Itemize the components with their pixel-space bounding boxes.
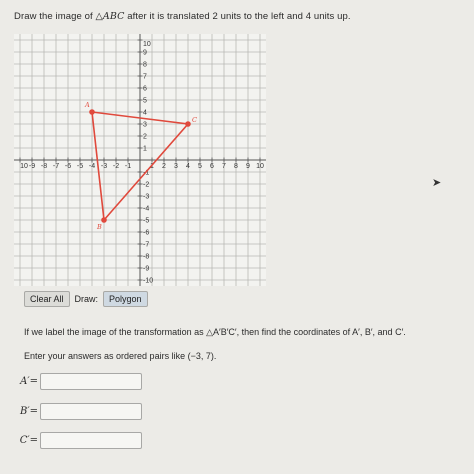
y-tick-label: -6 [143,230,149,237]
y-tick-label: 4 [143,110,147,117]
y-tick-label: 5 [143,98,147,105]
y-tick-label: -2 [143,182,149,189]
x-tick-label: 6 [210,163,214,170]
x-tick-label: 2 [162,163,166,170]
answer-input-a[interactable] [40,373,142,390]
answer-row-a: A′= [16,373,142,390]
y-tick-label: 3 [143,122,147,129]
y-tick-label: -7 [143,242,149,249]
answer-label-b: B′= [20,406,38,417]
y-tick-label: -3 [143,194,149,201]
x-tick-label: 10 [256,163,264,170]
x-tick-label: -2 [113,163,119,170]
question-triangle: △ABC [95,11,125,22]
vertex-b [101,217,107,223]
answer-input-b[interactable] [40,403,142,420]
polygon-tool-button[interactable]: Polygon [103,291,148,307]
x-tick-label: -6 [65,163,71,170]
x-tick-label: 3 [174,163,178,170]
x-tick-label: 5 [198,163,202,170]
mouse-cursor-icon: ➤ [432,177,442,189]
answer-row-b: B′= [16,403,142,420]
vertex-label-b: B [96,223,102,231]
y-tick-label: -4 [143,206,149,213]
y-tick-label: -8 [143,254,149,261]
clear-all-button[interactable]: Clear All [24,291,70,307]
x-tick-label: -9 [29,163,35,170]
x-tick-label: 4 [186,163,190,170]
y-tick-label: 8 [143,62,147,69]
answer-input-c[interactable] [40,432,142,449]
answer-label-a: A′= [20,376,38,387]
y-tick-label: 2 [143,134,147,141]
y-tick-label: 1 [143,146,147,153]
x-tick-label: -5 [77,163,83,170]
x-tick-label: 7 [222,163,226,170]
x-tick-label: -4 [89,163,95,170]
vertex-a [89,109,95,115]
answer-label-c: C′= [19,435,38,446]
prompt-label-image: If we label the image of the transformat… [24,327,406,337]
y-tick-label: 10 [143,41,151,48]
y-tick-label: 9 [143,50,147,57]
y-tick-label: -9 [143,266,149,273]
vertex-label-a: A [84,101,90,109]
x-tick-label: -7 [53,163,59,170]
y-tick-label: -5 [143,218,149,225]
question-suffix: after it is translated 2 units to the le… [124,11,351,22]
y-tick-label: 6 [143,86,147,93]
graph-toolbar: Clear All Draw: Polygon [24,291,148,307]
y-tick-label: -10 [143,278,153,285]
coordinate-graph[interactable]: 10 -9 -8 -7 -6 -5 -4 -3 -2 -1 1 2 3 4 5 6 7 8 9 10109876543… [14,34,266,286]
answer-row-c: C′= [16,432,142,449]
x-tick-label: 10 [20,163,28,170]
x-tick-label: -3 [101,163,107,170]
y-tick-label: 7 [143,74,147,81]
question-text: Draw the image of △ABC after it is trans… [14,11,351,22]
vertex-c [185,121,191,127]
draw-label: Draw: [74,294,99,304]
x-tick-label: 9 [246,163,250,170]
question-prefix: Draw the image of [14,11,96,22]
x-tick-label: 8 [234,163,238,170]
x-tick-label: -1 [125,163,131,170]
vertex-label-c: C [192,116,197,124]
prompt-ordered-pairs: Enter your answers as ordered pairs like… [24,351,217,361]
x-tick-label: -8 [41,163,47,170]
